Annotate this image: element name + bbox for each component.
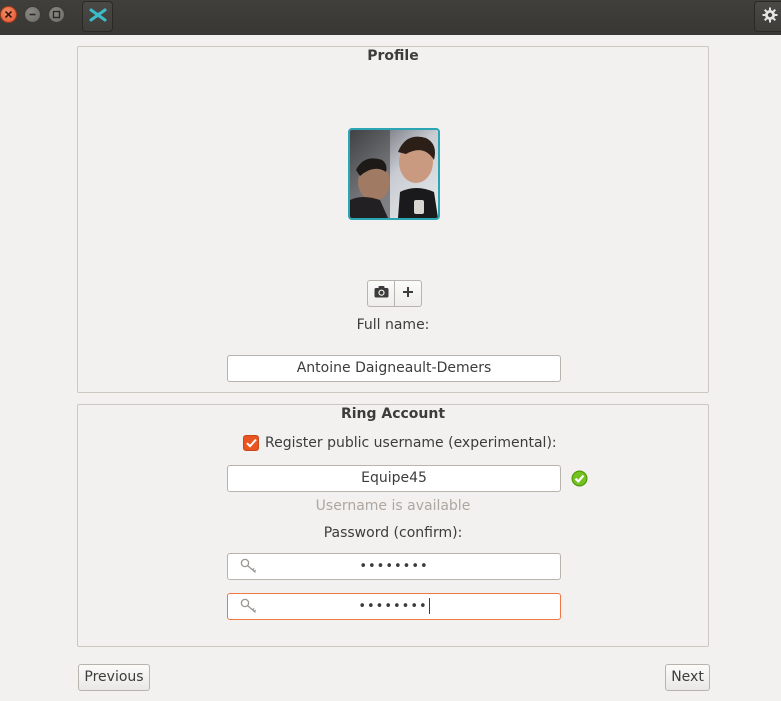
profile-frame: Profile Full name: Antoine Daigneault-De… bbox=[77, 46, 709, 393]
next-button-label: Next bbox=[671, 669, 704, 685]
username-availability-hint: Username is available bbox=[315, 498, 471, 514]
close-icon[interactable] bbox=[0, 6, 17, 23]
username-field[interactable]: Equipe45 bbox=[227, 465, 561, 492]
register-username-label: Register public username (experimental): bbox=[265, 435, 557, 451]
password-confirm-value: •••••••• bbox=[358, 599, 428, 614]
profile-photo[interactable] bbox=[348, 128, 440, 220]
camera-icon bbox=[374, 285, 389, 302]
check-circle-icon bbox=[571, 470, 588, 491]
text-cursor bbox=[428, 598, 430, 614]
take-photo-button[interactable] bbox=[368, 281, 394, 306]
plus-icon bbox=[402, 286, 414, 302]
minimize-icon[interactable] bbox=[24, 6, 41, 23]
password-label: Password (confirm): bbox=[323, 525, 463, 541]
password-value: •••••••• bbox=[359, 559, 429, 574]
gear-icon bbox=[762, 7, 778, 27]
key-icon bbox=[240, 598, 258, 623]
next-button[interactable]: Next bbox=[665, 664, 710, 691]
previous-button[interactable]: Previous bbox=[78, 664, 150, 691]
ring-account-title: Ring Account bbox=[340, 406, 446, 422]
full-name-value: Antoine Daigneault-Demers bbox=[296, 360, 492, 376]
maximize-icon[interactable] bbox=[48, 6, 65, 23]
choose-photo-button[interactable] bbox=[394, 281, 421, 306]
window-titlebar bbox=[0, 0, 781, 35]
ring-logo-icon bbox=[89, 7, 107, 27]
full-name-label: Full name: bbox=[356, 317, 430, 333]
password-field[interactable]: •••••••• bbox=[227, 553, 561, 580]
full-name-field[interactable]: Antoine Daigneault-Demers bbox=[227, 355, 561, 382]
photo-button-group bbox=[367, 280, 422, 307]
settings-button[interactable] bbox=[754, 1, 781, 32]
previous-button-label: Previous bbox=[84, 669, 144, 685]
register-username-option[interactable]: Register public username (experimental): bbox=[243, 434, 557, 452]
profile-title: Profile bbox=[367, 48, 419, 64]
username-value: Equipe45 bbox=[361, 470, 427, 486]
key-icon bbox=[240, 558, 258, 583]
app-menu-button[interactable] bbox=[82, 1, 113, 32]
ring-account-frame: Ring Account Register public username (e… bbox=[77, 404, 709, 647]
password-confirm-field[interactable]: •••••••• bbox=[227, 593, 561, 620]
register-username-checkbox[interactable] bbox=[243, 435, 259, 451]
